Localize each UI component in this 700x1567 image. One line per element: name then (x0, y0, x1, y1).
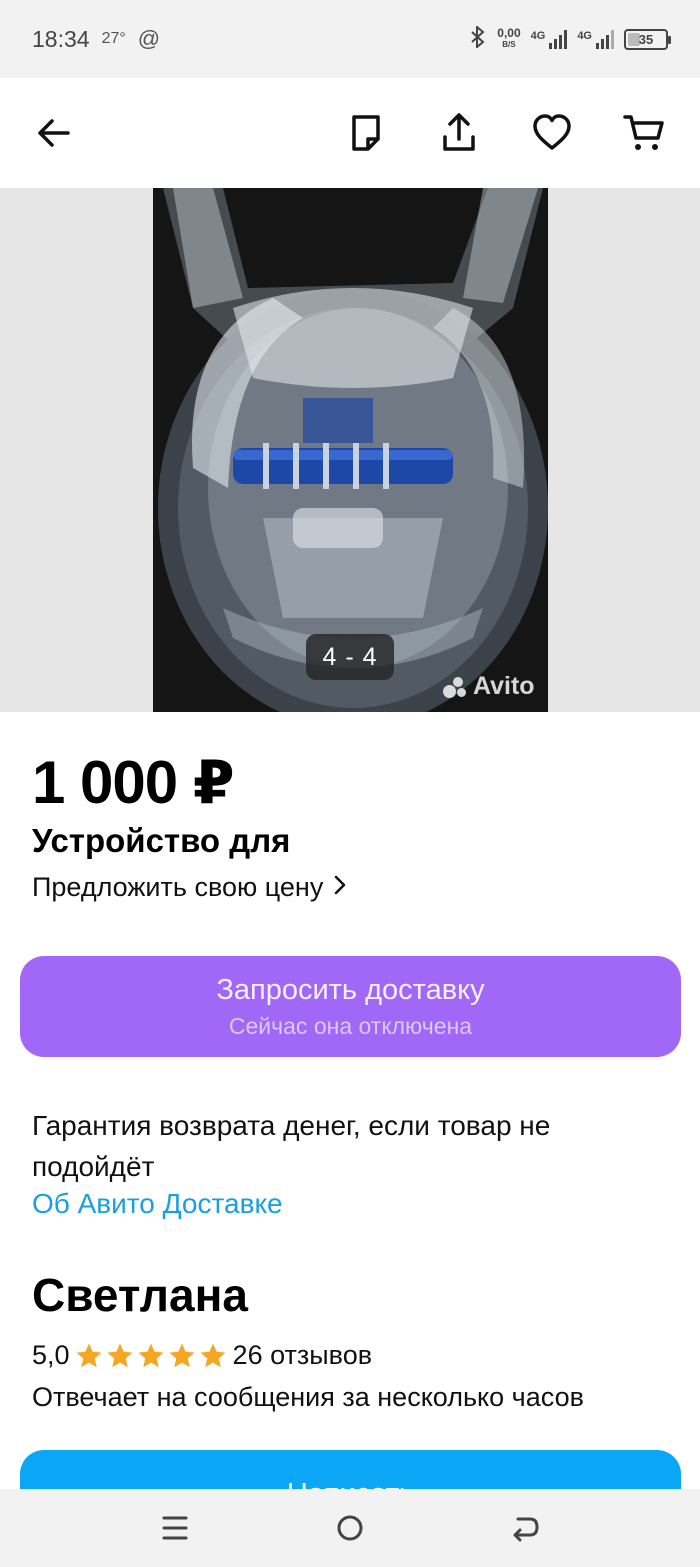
share-icon[interactable] (432, 106, 486, 160)
battery-icon: 35 (624, 28, 671, 50)
about-avito-delivery-link[interactable]: Об Авито Доставке (32, 1188, 283, 1220)
offer-price-link[interactable]: Предложить свою цену (32, 872, 347, 903)
offer-price-label: Предложить свою цену (32, 872, 324, 902)
at-icon: @ (137, 26, 161, 51)
status-bar: 18:34 27° @ 0,00 B/S 4G 4G 35 (0, 0, 700, 78)
star-icon (138, 1343, 164, 1367)
back-icon[interactable] (505, 1508, 545, 1548)
response-time: Отвечает на сообщения за несколько часов (32, 1382, 584, 1412)
avito-watermark: Avito (443, 672, 535, 701)
bluetooth-icon (469, 24, 487, 53)
reviews-count: 26 отзывов (232, 1340, 373, 1370)
star-icon (76, 1343, 102, 1367)
delivery-button-label: Запросить доставку (216, 973, 485, 1006)
chevron-right-icon (333, 872, 347, 903)
photo-gallery[interactable]: 4 - 4 Avito (0, 188, 700, 712)
status-time: 18:34 (32, 25, 90, 52)
heart-icon[interactable] (525, 106, 579, 160)
delivery-button-sublabel: Сейчас она отключена (228, 1012, 473, 1039)
status-temperature: 27° (101, 30, 126, 47)
listing-title: Устройство для (32, 822, 291, 859)
signal-icon: 4G (531, 29, 568, 49)
signal-icon-2: 4G (577, 29, 614, 49)
seller-rating[interactable]: 5,0 26 отзывов (32, 1340, 372, 1371)
app-header (0, 78, 700, 188)
back-arrow-icon[interactable] (27, 106, 81, 160)
star-icon (169, 1343, 195, 1367)
seller-name[interactable]: Светлана (32, 1268, 248, 1322)
rating-stars (74, 1341, 229, 1371)
star-icon (200, 1343, 226, 1367)
star-icon (107, 1343, 133, 1367)
money-back-guarantee: Гарантия возврата денег, если товар не п… (32, 1110, 551, 1182)
listing-price: 1 000 ₽ (32, 749, 235, 816)
rating-value: 5,0 (32, 1340, 70, 1370)
avito-logo-icon (443, 675, 469, 699)
photo-counter: 4 - 4 (306, 634, 394, 680)
cart-icon[interactable] (617, 106, 671, 160)
home-circle-icon[interactable] (330, 1508, 370, 1548)
net-speed: 0,00 B/S (497, 26, 521, 49)
system-nav-bar (0, 1489, 700, 1567)
request-delivery-button[interactable]: Запросить доставку Сейчас она отключена (20, 956, 681, 1057)
menu-icon[interactable] (155, 1508, 195, 1548)
note-icon[interactable] (339, 106, 393, 160)
